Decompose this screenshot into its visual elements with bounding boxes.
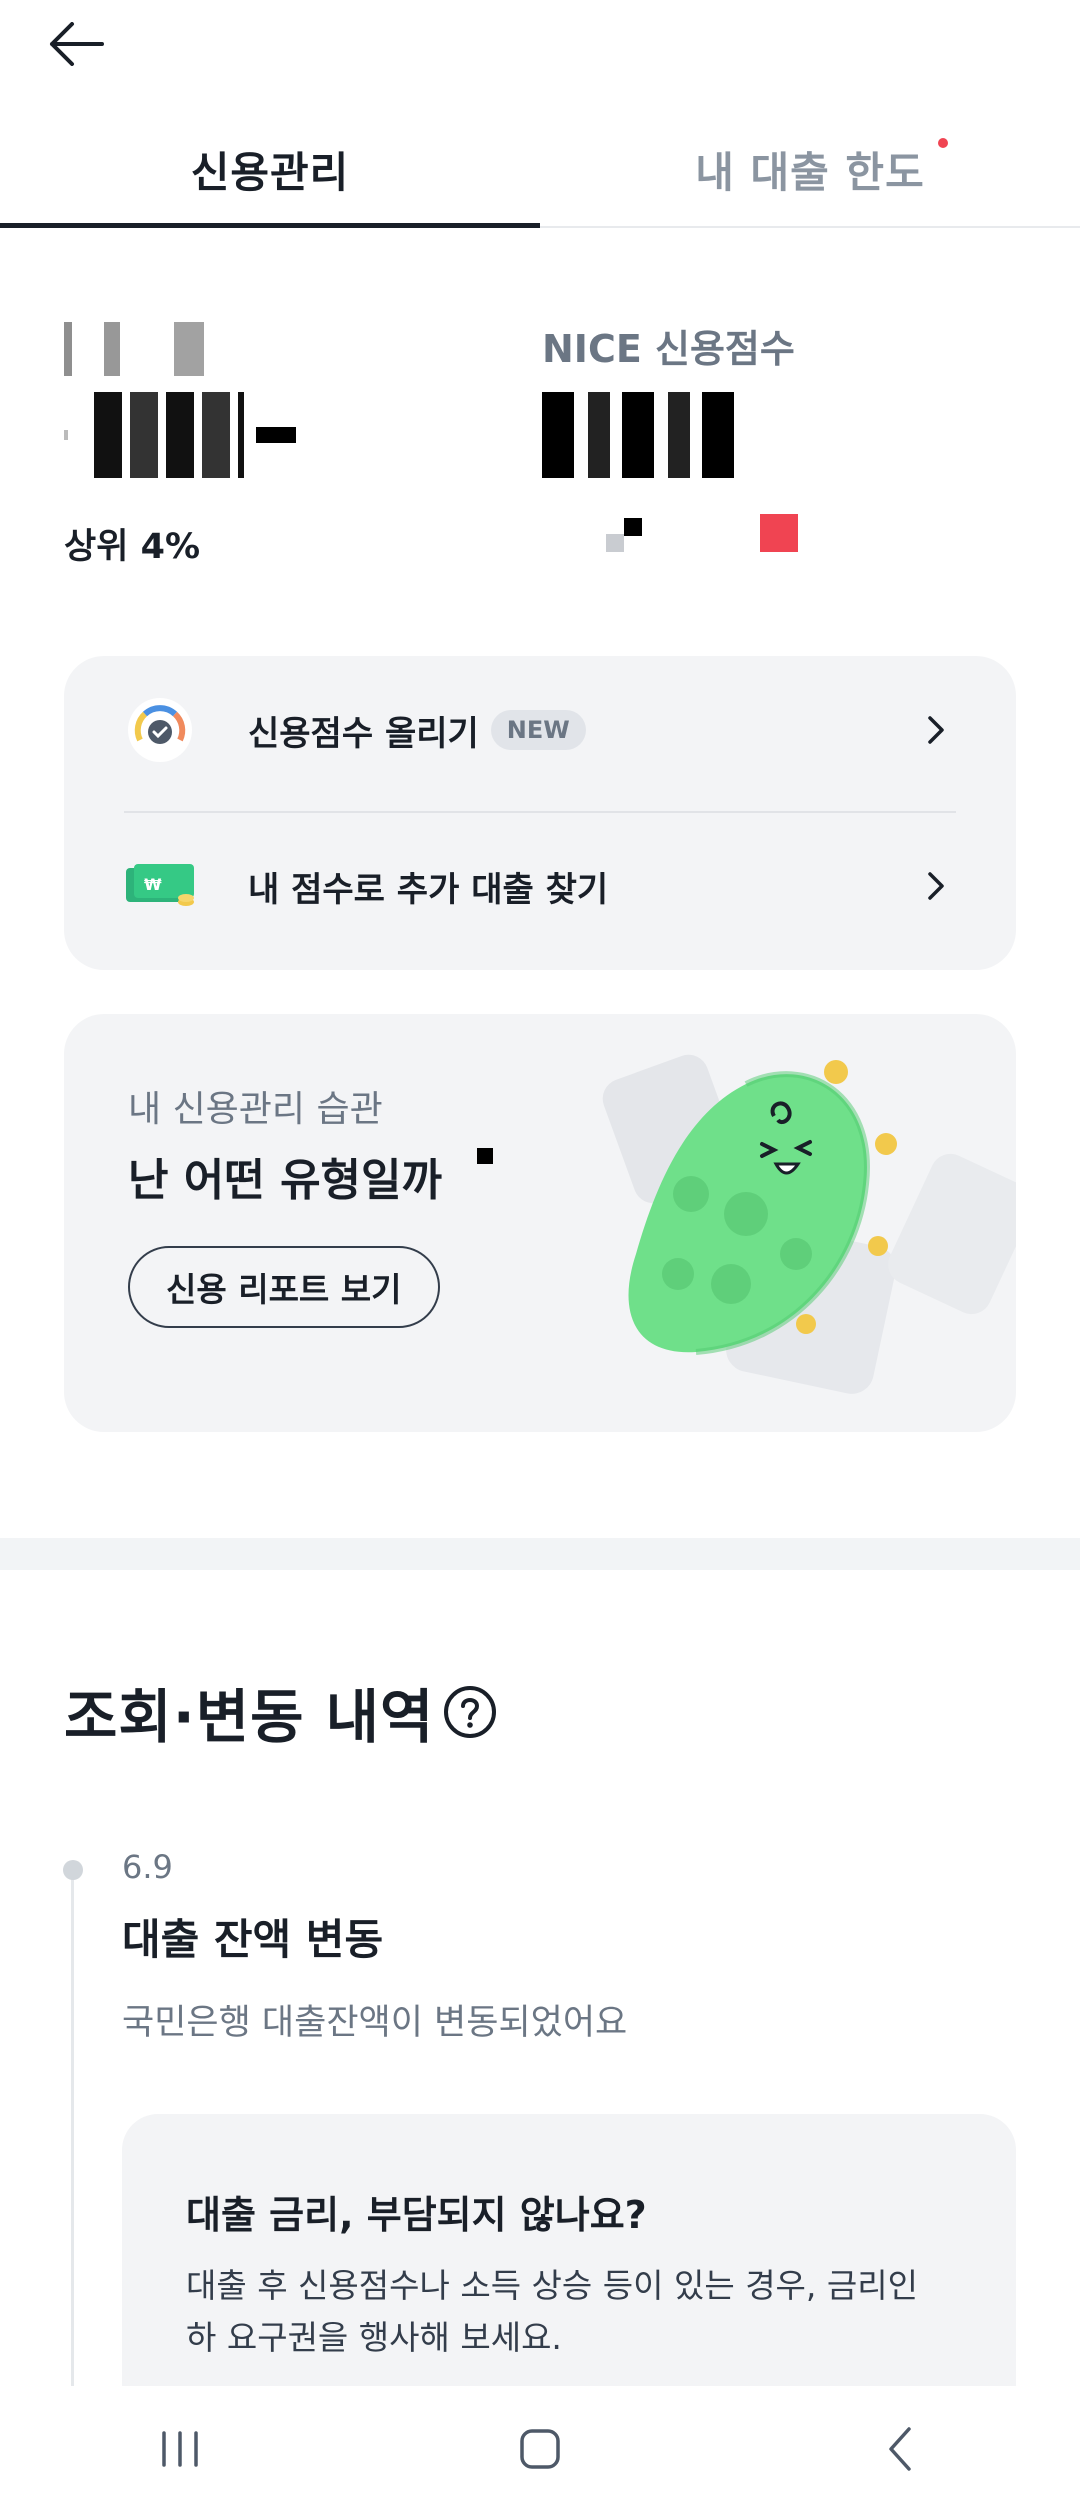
- score-value-redacted: [542, 392, 962, 478]
- kcb-score[interactable]: 상위 4%: [64, 322, 484, 582]
- find-extra-loan-item[interactable]: ₩ 내 점수로 추가 대출 찾기: [124, 812, 956, 960]
- redacted-block: [542, 392, 742, 478]
- arrow-left-icon: [50, 22, 104, 66]
- pixel: [477, 1148, 494, 1164]
- section-divider: [0, 1538, 1080, 1570]
- section-title: 조회·변동 내역: [64, 1683, 435, 1751]
- habit-title: 난 어떤 유형일까: [128, 1144, 494, 1208]
- score-value-redacted: [64, 392, 484, 478]
- new-badge: NEW: [490, 710, 586, 750]
- event-date: 6.9: [122, 1848, 173, 1886]
- score-label-redacted: [64, 322, 484, 376]
- timeline-dot: [63, 1860, 83, 1880]
- system-nav-bar: [0, 2386, 1080, 2511]
- redacted-change: [542, 508, 962, 568]
- habit-subtitle: 내 신용관리 습관: [128, 1089, 383, 1130]
- home-icon: [520, 2428, 560, 2469]
- rank-text: 상위 4%: [64, 527, 201, 567]
- event-title: 대출 잔액 변동: [122, 1915, 384, 1964]
- redacted-block: [94, 392, 244, 478]
- inquiry-section-title: 조회·변동 내역: [64, 1670, 498, 1754]
- character-illustration: [602, 1054, 1016, 1394]
- notification-dot: [938, 138, 948, 148]
- credit-habit-card[interactable]: 내 신용관리 습관 난 어떤 유형일까 신용 리포트 보기: [64, 1014, 1016, 1432]
- habit-title-text: 난 어떤 유형일까: [128, 1155, 442, 1206]
- back-button[interactable]: [40, 8, 112, 80]
- redacted-label: [64, 322, 284, 376]
- svg-text:₩: ₩: [144, 875, 162, 894]
- help-icon[interactable]: [442, 1684, 498, 1740]
- tab-bar: 신용관리 내 대출 한도: [0, 112, 1080, 228]
- chevron-right-icon: [928, 872, 944, 900]
- event-description: 국민은행 대출잔액이 변동되었어요: [122, 2003, 628, 2043]
- credit-scores: 상위 4% NICE 신용점수: [64, 322, 1024, 582]
- home-button[interactable]: [480, 2399, 600, 2499]
- tab-label: 내 대출 한도: [695, 147, 925, 197]
- money-icon: ₩: [124, 850, 196, 922]
- nice-label: NICE 신용점수: [542, 327, 795, 371]
- menu-label: 내 점수로 추가 대출 찾기: [248, 869, 609, 910]
- credit-menu-card: 신용점수 올리기 NEW ₩ 내 점수로 추가 대출 찾기: [64, 656, 1016, 970]
- redacted-block: [256, 427, 296, 443]
- view-credit-report-button[interactable]: 신용 리포트 보기: [128, 1246, 440, 1328]
- tab-label: 신용관리: [190, 147, 350, 197]
- menu-label: 신용점수 올리기: [248, 713, 479, 754]
- raise-credit-score-item[interactable]: 신용점수 올리기 NEW: [124, 656, 956, 804]
- recent-apps-button[interactable]: [120, 2399, 240, 2499]
- chevron-left-icon: [889, 2426, 911, 2471]
- pixel: [624, 518, 642, 536]
- chevron-right-icon: [928, 716, 944, 744]
- tab-credit-management[interactable]: 신용관리: [0, 112, 540, 228]
- gauge-icon: [124, 694, 196, 766]
- timeline-line: [71, 1870, 74, 2390]
- tip-title: 대출 금리, 부담되지 않나요?: [186, 2193, 647, 2237]
- nice-score[interactable]: NICE 신용점수: [542, 322, 962, 582]
- recent-apps-icon: [162, 2430, 198, 2467]
- pixel: [606, 534, 624, 552]
- pixel: [64, 430, 68, 440]
- pixel: [760, 514, 798, 552]
- tab-my-loan-limit[interactable]: 내 대출 한도: [540, 112, 1080, 226]
- tip-body: 대출 후 신용점수나 소득 상승 등이 있는 경우, 금리인하 요구권을 행사해…: [186, 2266, 918, 2357]
- system-back-button[interactable]: [840, 2399, 960, 2499]
- rate-cut-tip-card[interactable]: 대출 금리, 부담되지 않나요? 대출 후 신용점수나 소득 상승 등이 있는 …: [122, 2114, 1016, 2394]
